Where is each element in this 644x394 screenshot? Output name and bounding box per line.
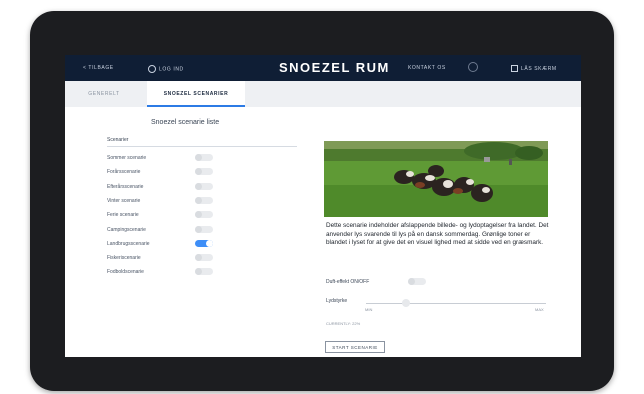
volume-max-label: MAX — [535, 307, 544, 312]
app-title: SNOEZEL RUM — [279, 60, 390, 75]
scenario-label: Sommer scenarie — [107, 155, 147, 161]
volume-label: Lydstyrke — [326, 298, 348, 304]
scenario-row: Sommer scenarie — [107, 154, 217, 164]
scent-effect-toggle[interactable] — [408, 278, 426, 285]
volume-slider-track[interactable] — [366, 303, 546, 304]
scenario-row: Landbrugsscenarie — [107, 239, 217, 250]
scenario-toggle[interactable] — [195, 211, 213, 219]
scenarios-section-label: Scenarier — [107, 137, 129, 143]
scenario-row: Efterårsscenarie — [107, 182, 217, 193]
scenario-toggle[interactable] — [195, 239, 213, 247]
divider — [107, 146, 297, 147]
scenario-label: Efterårsscenarie — [107, 183, 144, 190]
scenario-label: Fiskeriscenarie — [107, 255, 141, 262]
login-label: LOG IND — [159, 66, 184, 73]
scenario-row: Forårsscenarie — [107, 168, 217, 178]
scent-effect-label: Duft-effekt ON/OFF — [326, 279, 370, 285]
tab-bar: GENERELT SNOEZEL SCENARIER — [65, 81, 581, 107]
scenario-toggle[interactable] — [195, 168, 213, 176]
scenario-label: Landbrugsscenarie — [107, 240, 150, 247]
scenario-row: Fodboldscenarie — [107, 268, 217, 278]
scenario-toggle[interactable] — [195, 268, 213, 276]
top-bar: < TILBAGE LOG IND SNOEZEL RUM KONTAKT OS… — [65, 55, 581, 81]
scenario-toggle[interactable] — [195, 254, 213, 262]
user-icon — [148, 65, 156, 73]
scenario-label: Ferie scenarie — [107, 212, 139, 219]
scenario-list-title: Snoezel scenarie liste — [151, 119, 220, 126]
volume-min-label: MIN — [365, 307, 373, 312]
scenario-row: Campingscenarie — [107, 225, 217, 236]
tab-snoezel-scenarios[interactable]: SNOEZEL SCENARIER — [147, 81, 245, 107]
volume-status: CURRENTLY: 22% — [326, 321, 361, 326]
start-scenario-button[interactable]: START SCENARIE — [325, 341, 385, 353]
scenario-toggle[interactable] — [195, 154, 213, 161]
scenario-label: Fodboldscenarie — [107, 269, 144, 276]
scenario-toggle[interactable] — [195, 196, 213, 204]
scenario-label: Campingscenarie — [107, 226, 146, 233]
back-link[interactable]: < TILBAGE — [83, 65, 114, 71]
lock-screen-label: LÅS SKÆRM — [521, 65, 557, 72]
lock-screen-link[interactable]: LÅS SKÆRM — [511, 65, 557, 72]
scenario-row: Ferie scenarie — [107, 211, 217, 221]
app-screen: < TILBAGE LOG IND SNOEZEL RUM KONTAKT OS… — [65, 55, 581, 357]
scenario-row: Vinter scenarie — [107, 196, 217, 207]
scenario-image — [324, 141, 548, 217]
scenario-toggle[interactable] — [195, 182, 213, 190]
scenario-toggle[interactable] — [195, 225, 213, 233]
scenario-description: Dette scenarie indeholder afslappende bi… — [326, 222, 549, 247]
help-icon[interactable] — [468, 62, 478, 74]
volume-slider-handle[interactable] — [401, 299, 410, 307]
contact-link[interactable]: KONTAKT OS — [408, 65, 446, 71]
scenario-label: Vinter scenarie — [107, 197, 141, 204]
tab-general[interactable]: GENERELT — [75, 81, 133, 107]
lock-icon — [511, 65, 518, 72]
scenario-label: Forårsscenarie — [107, 169, 141, 176]
scenario-row: Fiskeriscenarie — [107, 254, 217, 264]
login-link[interactable]: LOG IND — [148, 65, 184, 73]
